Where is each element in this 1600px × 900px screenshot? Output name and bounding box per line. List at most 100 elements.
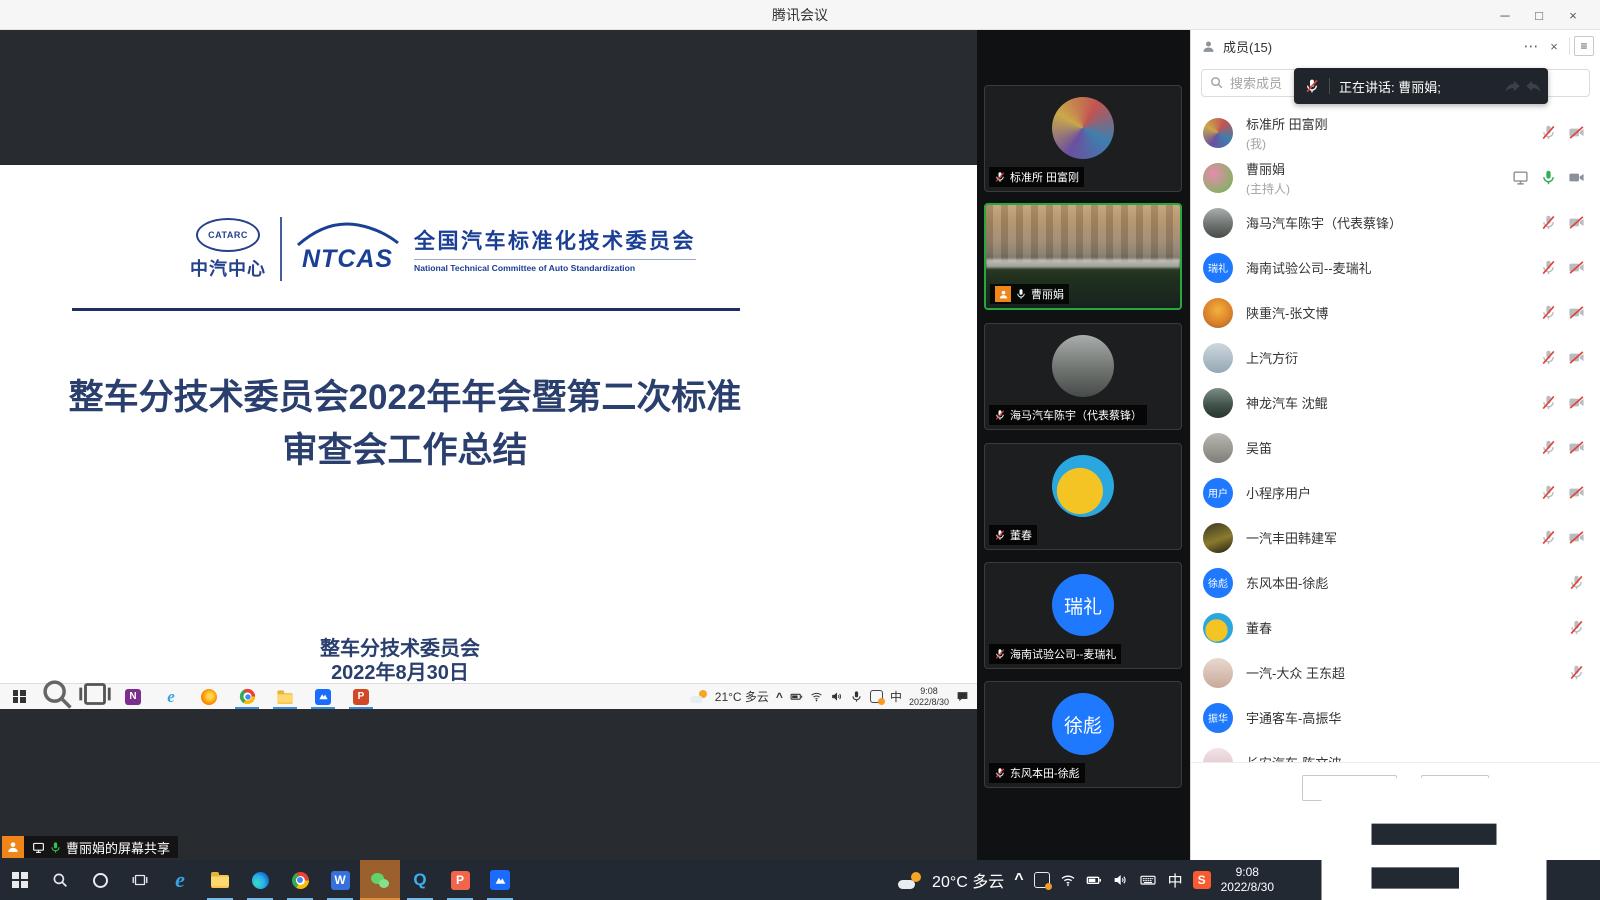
tile-name-label: 曹丽娟 <box>990 284 1069 304</box>
video-tile[interactable]: 海马汽车陈宇（代表蔡锋） <box>984 323 1182 430</box>
file-explorer-app[interactable] <box>266 684 304 709</box>
powerpoint-app[interactable]: P <box>342 684 380 709</box>
org-name-cn: 全国汽车标准化技术委员会 <box>414 225 696 255</box>
wps-writer-app[interactable]: W <box>320 860 360 900</box>
screen-share-icon <box>32 841 45 854</box>
cam-muted-icon <box>1568 394 1585 411</box>
tile-name: 海马汽车陈宇（代表蔡锋） <box>1010 407 1142 423</box>
reply-arrow-icon <box>1524 77 1542 95</box>
tile-name: 标准所 田富刚 <box>1010 169 1079 185</box>
search-button[interactable] <box>40 860 80 900</box>
clock[interactable]: 9:08 2022/8/30 <box>1221 865 1274 895</box>
meeting-app[interactable] <box>480 860 520 900</box>
notification-icon[interactable]: 1 <box>1284 728 1584 900</box>
ime-indicator[interactable]: 中 <box>890 688 902 705</box>
wps-presentation-app[interactable]: P <box>440 860 480 900</box>
battery-icon[interactable] <box>1086 872 1102 888</box>
member-row[interactable]: 用户小程序用户 <box>1191 470 1600 515</box>
tile-name-label: 董春 <box>989 525 1037 545</box>
member-name: 一汽-大众 王东超 <box>1246 663 1345 682</box>
member-row[interactable]: 海马汽车陈宇（代表蔡锋） <box>1191 200 1600 245</box>
minimize-button[interactable]: ─ <box>1488 0 1522 30</box>
member-row[interactable]: 神龙汽车 沈鲲 <box>1191 380 1600 425</box>
cam-muted-icon <box>1568 439 1585 456</box>
chrome-app[interactable] <box>280 860 320 900</box>
mic-on-icon <box>1015 288 1027 300</box>
chrome-app[interactable] <box>228 684 266 709</box>
member-role: (我) <box>1246 135 1328 152</box>
clock[interactable]: 9:08 2022/8/30 <box>909 686 949 707</box>
member-row[interactable]: 瑞礼海南试验公司--麦瑞礼 <box>1191 245 1600 290</box>
member-row[interactable]: 董春 <box>1191 605 1600 650</box>
wechat-app[interactable] <box>360 860 400 900</box>
cam-muted-icon <box>1568 484 1585 501</box>
member-row[interactable]: 吴笛 <box>1191 425 1600 470</box>
task-view-button[interactable] <box>120 860 160 900</box>
panel-more-button[interactable]: ⋯ <box>1520 30 1542 62</box>
panel-close-button[interactable]: × <box>1544 30 1564 62</box>
chevron-up-icon[interactable]: ^ <box>776 690 783 704</box>
org-name-en: National Technical Committee of Auto Sta… <box>414 259 696 273</box>
mic-tray-icon[interactable] <box>850 690 863 703</box>
screen-share-indicator[interactable]: 曹丽娟的屏幕共享 <box>2 836 178 858</box>
member-avatar: 用户 <box>1203 478 1233 508</box>
maximize-button[interactable]: □ <box>1522 0 1556 30</box>
sogou-icon[interactable]: S <box>1193 871 1211 889</box>
close-button[interactable]: × <box>1556 0 1590 30</box>
panel-menu-button[interactable]: ≡ <box>1574 36 1594 56</box>
member-row[interactable]: 陕重汽-张文博 <box>1191 290 1600 335</box>
wifi-icon[interactable] <box>1060 872 1076 888</box>
search-icon <box>1209 75 1224 90</box>
meeting-app[interactable] <box>304 684 342 709</box>
member-row[interactable]: 一汽-大众 王东超 <box>1191 650 1600 695</box>
member-row[interactable]: 一汽丰田韩建军 <box>1191 515 1600 560</box>
mic-muted-icon <box>1540 349 1557 366</box>
mic-muted-icon <box>1540 484 1557 501</box>
video-tile[interactable]: 瑞礼海南试验公司--麦瑞礼 <box>984 562 1182 669</box>
tray-app-icon[interactable] <box>1034 872 1050 888</box>
cam-muted-icon <box>1568 304 1585 321</box>
member-avatar <box>1203 613 1233 643</box>
search-icon <box>51 871 69 889</box>
video-tile[interactable]: 董春 <box>984 443 1182 550</box>
keyboard-icon[interactable] <box>1138 872 1158 888</box>
ime-indicator[interactable]: 中 <box>1168 870 1183 891</box>
firefox-app[interactable] <box>190 684 228 709</box>
tray-app-icon[interactable] <box>870 690 883 703</box>
start-button[interactable] <box>0 684 38 709</box>
cortana-button[interactable] <box>80 860 120 900</box>
video-tile[interactable]: 曹丽娟 <box>984 203 1182 310</box>
cam-muted-icon <box>1568 529 1585 546</box>
wechat-icon <box>371 873 389 888</box>
edge-app[interactable] <box>240 860 280 900</box>
volume-icon[interactable] <box>1112 872 1128 888</box>
search-button[interactable] <box>38 684 76 709</box>
powerpoint-icon: P <box>353 689 369 705</box>
onenote-app[interactable]: N <box>114 684 152 709</box>
member-role: (主持人) <box>1246 180 1290 197</box>
member-avatar <box>1203 523 1233 553</box>
task-view-icon <box>76 675 114 718</box>
member-row[interactable]: 上汽方衍 <box>1191 335 1600 380</box>
ie-app[interactable]: e <box>152 684 190 709</box>
volume-icon[interactable] <box>830 690 843 703</box>
member-avatar <box>1203 163 1233 193</box>
weather-text[interactable]: 20°C 多云 <box>932 868 1004 892</box>
wifi-icon[interactable] <box>810 690 823 703</box>
weather-text[interactable]: 21°C 多云 <box>715 688 769 705</box>
video-tile[interactable]: 标准所 田富刚 <box>984 85 1182 192</box>
task-view-button[interactable] <box>76 684 114 709</box>
start-button[interactable] <box>0 860 40 900</box>
member-row[interactable]: 曹丽娟 (主持人) <box>1191 155 1600 200</box>
member-row[interactable]: 标准所 田富刚(我) <box>1191 110 1600 155</box>
member-name: 小程序用户 <box>1246 483 1311 502</box>
ie-app[interactable]: e <box>160 860 200 900</box>
cam-muted-icon <box>1568 349 1585 366</box>
member-name: 曹丽娟 <box>1246 159 1290 178</box>
chevron-up-icon[interactable]: ^ <box>1014 871 1023 889</box>
member-name: 一汽丰田韩建军 <box>1246 528 1337 547</box>
tim-app[interactable]: Q <box>400 860 440 900</box>
member-row[interactable]: 徐彪东风本田-徐彪 <box>1191 560 1600 605</box>
notification-icon[interactable] <box>956 690 969 703</box>
file-explorer-app[interactable] <box>200 860 240 900</box>
